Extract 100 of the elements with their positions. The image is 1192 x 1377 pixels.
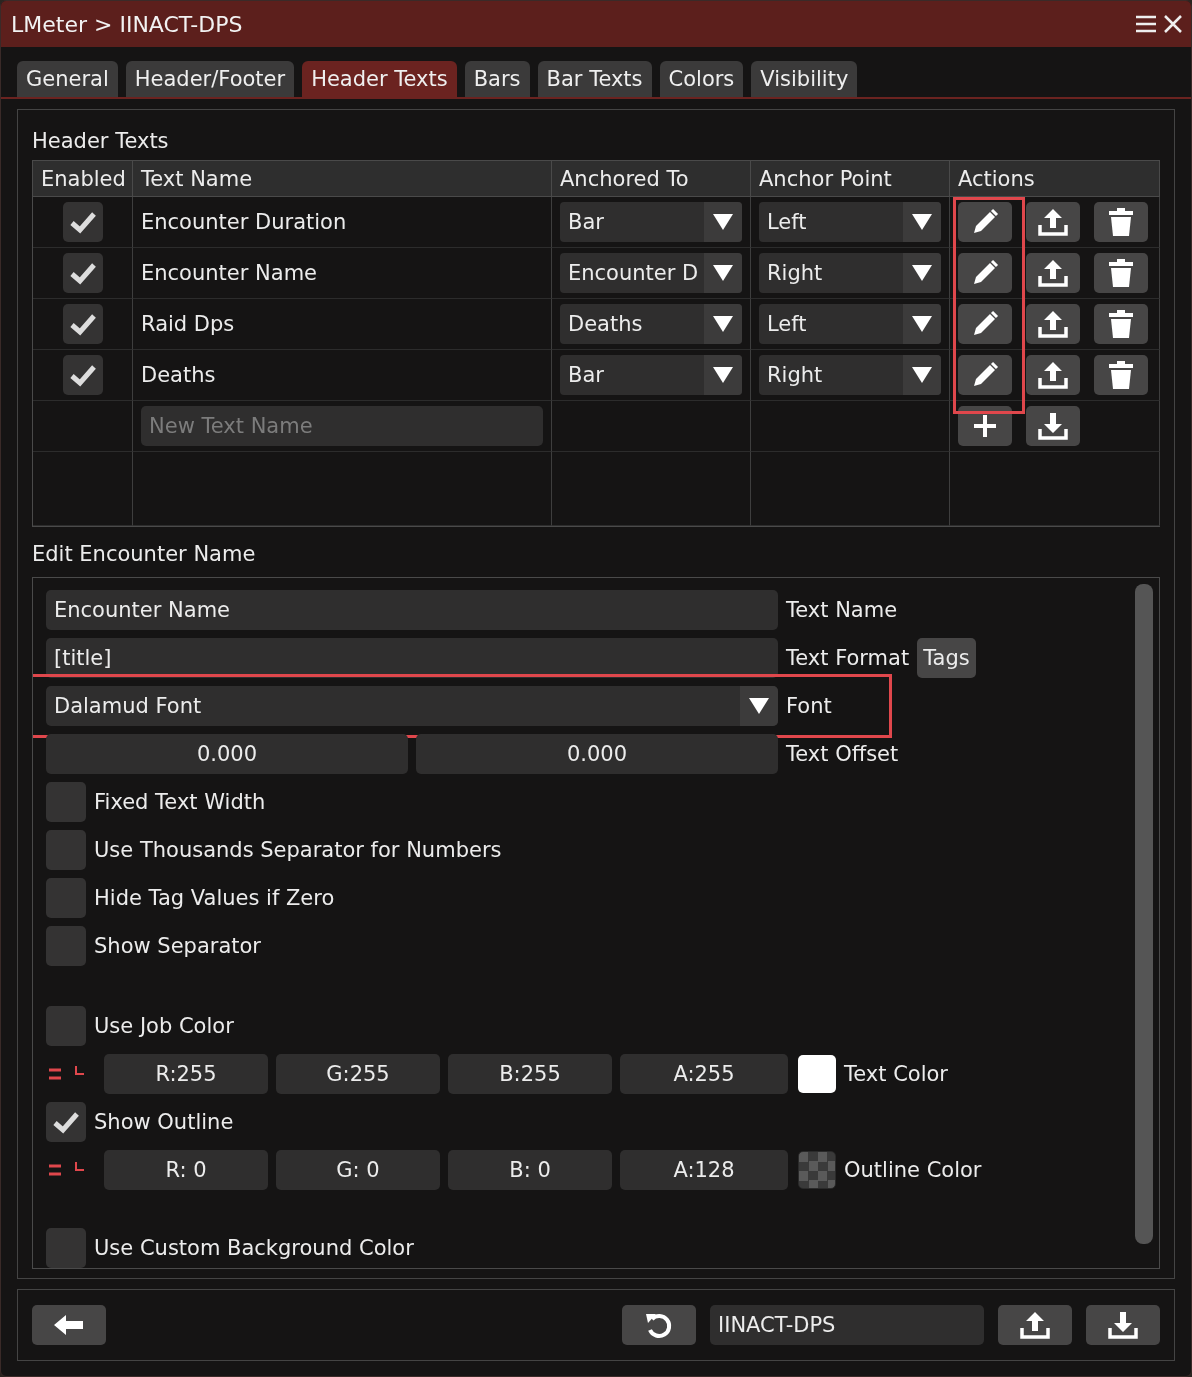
offset-field[interactable]: 0.000 [416,734,778,774]
edit-button[interactable] [958,304,1012,344]
add-button[interactable] [958,406,1012,446]
window-title: LMeter > IINACT-DPS [11,11,243,37]
text-format-field[interactable]: [title] [46,638,778,678]
checkbox[interactable] [46,1101,86,1142]
checkbox[interactable] [62,355,103,395]
checkbox[interactable] [46,926,86,966]
check-icon [68,261,97,285]
anchor-dropdown[interactable]: Bar [560,202,742,242]
back-button[interactable] [32,1305,106,1345]
column-header: Anchor Point [751,161,950,197]
anchor-point-dropdown[interactable]: Left [759,202,941,242]
edit-button[interactable] [958,202,1012,242]
reset-button[interactable] [622,1305,696,1345]
trash-icon [1108,309,1134,339]
new-text-name-field[interactable]: New Text Name [141,406,543,446]
anchor-point-dropdown[interactable]: Right [759,253,941,293]
checkbox[interactable] [46,782,86,822]
column-header: Text Name [133,161,552,197]
checkbox-label: Show Outline [94,1109,234,1134]
checkbox[interactable] [62,304,103,344]
anchor-point-dropdown[interactable]: Right [759,355,941,395]
import-button[interactable] [1086,1305,1160,1345]
field-label: Text Name [786,598,898,622]
export-button[interactable] [1026,253,1080,293]
anchor-point-dropdown[interactable]: Left [759,304,941,344]
delete-button[interactable] [1094,304,1148,344]
field-label: Text Offset [786,742,899,766]
menu-icon[interactable] [1135,14,1157,34]
color-channel-field[interactable]: G: 0 [276,1149,440,1190]
upload-icon [1019,1310,1051,1340]
color-channel-field[interactable]: B: 0 [448,1149,612,1190]
dropdown-arrow-icon [911,264,933,282]
anchor-dropdown[interactable]: Deaths [560,304,742,344]
dropdown-arrow-icon [712,315,734,333]
checkbox[interactable] [46,1005,86,1046]
table-cell: Encounter Name [141,261,317,285]
dropdown-arrow-icon [712,264,734,282]
dropdown-arrow-icon [748,697,770,715]
dropdown-arrow-icon [911,315,933,333]
edit-button[interactable] [958,355,1012,395]
download-icon [1037,411,1069,441]
delete-button[interactable] [1094,355,1148,395]
checkbox-label: Fixed Text Width [94,790,266,814]
checkbox[interactable] [62,253,103,293]
anchor-dropdown[interactable]: Encounter D [560,253,742,293]
scrollbar[interactable] [1135,584,1153,1244]
checkbox[interactable] [62,202,103,242]
download-icon [1107,1310,1139,1340]
offset-field[interactable]: 0.000 [46,734,408,774]
close-icon[interactable] [1163,14,1183,34]
color-channel-field[interactable]: A:128 [620,1149,788,1190]
field-label: Outline Color [844,1157,982,1182]
tab[interactable]: Header Texts [302,61,457,97]
tab[interactable]: Bars [464,61,530,97]
font-dropdown[interactable]: Dalamud Font [46,686,778,726]
color-channel-field[interactable]: B:255 [448,1053,612,1094]
import-button[interactable] [1026,406,1080,446]
color-channel-field[interactable]: G:255 [276,1053,440,1094]
check-icon [68,210,97,234]
trash-icon [1108,207,1134,237]
table-cell: Encounter Duration [141,210,347,234]
export-button[interactable] [998,1305,1072,1345]
trash-icon [1108,360,1134,390]
export-button[interactable] [1026,202,1080,242]
color-channel-field[interactable]: R:255 [104,1053,268,1094]
upload-icon [1037,207,1069,237]
color-swatch[interactable] [798,1054,836,1093]
edit-button[interactable] [958,253,1012,293]
tab[interactable]: Colors [659,61,744,97]
checkbox[interactable] [46,1228,86,1268]
checkbox-label: Use Job Color [94,1013,234,1038]
checkbox[interactable] [46,830,86,870]
delete-button[interactable] [1094,253,1148,293]
dropdown-arrow-icon [712,213,734,231]
tab[interactable]: Bar Texts [537,61,652,97]
profile-name-field[interactable]: IINACT-DPS [710,1305,984,1345]
tab[interactable]: Header/Footer [125,61,295,97]
color-channel-field[interactable]: R: 0 [104,1149,268,1190]
color-swatch[interactable] [798,1150,836,1189]
text-name-field[interactable]: Encounter Name [46,590,778,630]
color-channel-field[interactable]: A:255 [620,1053,788,1094]
field-label: Font [786,694,832,718]
tab[interactable]: General [17,61,118,97]
anchor-dropdown[interactable]: Bar [560,355,742,395]
export-button[interactable] [1026,355,1080,395]
tags-button[interactable]: Tags [917,638,976,678]
checkbox-label: Use Custom Background Color [94,1236,414,1260]
checkbox-label: Use Thousands Separator for Numbers [94,838,502,862]
dropdown-arrow-icon [911,366,933,384]
plus-icon [972,413,998,439]
delete-button[interactable] [1094,202,1148,242]
export-button[interactable] [1026,304,1080,344]
checkbox[interactable] [46,878,86,918]
upload-icon [1037,360,1069,390]
table-cell: Raid Dps [141,312,235,336]
checkbox-label: Hide Tag Values if Zero [94,886,335,910]
upload-icon [1037,309,1069,339]
tab[interactable]: Visibility [751,61,858,97]
